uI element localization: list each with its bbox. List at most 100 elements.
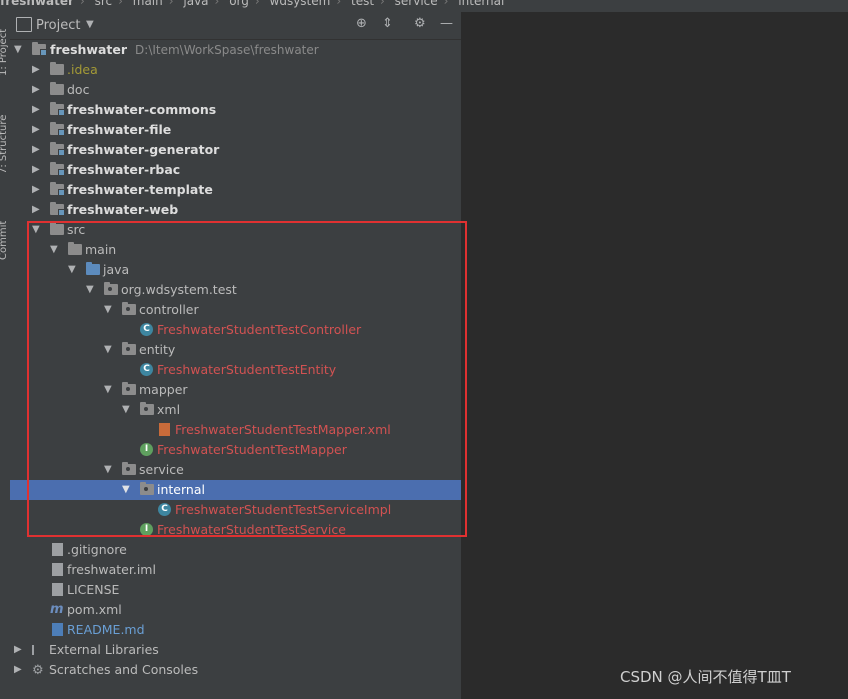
breadcrumb-item[interactable]: main	[133, 0, 163, 8]
tree-node-interface[interactable]: I FreshwaterStudentTestMapper	[10, 440, 461, 460]
package-label: internal	[157, 482, 205, 497]
expanded-arrow-icon[interactable]: ▼	[86, 280, 96, 300]
breadcrumb-item[interactable]: test	[351, 0, 374, 8]
gear-icon[interactable]: ⚙	[414, 16, 426, 31]
tree-node-interface[interactable]: I FreshwaterStudentTestService	[10, 520, 461, 540]
collapsed-arrow-icon[interactable]: ▶	[14, 640, 24, 660]
tree-node-file[interactable]: LICENSE	[10, 580, 461, 600]
minimize-icon[interactable]: —	[440, 16, 453, 31]
breadcrumb-item[interactable]: wdsystem	[270, 0, 331, 8]
tree-node-external-libraries[interactable]: ▶ External Libraries	[10, 640, 461, 660]
breadcrumb-item[interactable]: org	[229, 0, 249, 8]
expanded-arrow-icon[interactable]: ▼	[14, 40, 24, 60]
maven-icon: m	[50, 602, 64, 617]
tree-node-module[interactable]: ▶ doc	[10, 80, 461, 100]
gitignore-file-icon	[52, 543, 63, 556]
package-label: controller	[139, 302, 199, 317]
breadcrumb-item[interactable]: freshwater	[0, 0, 74, 8]
watermark: CSDN @人间不值得T皿T	[620, 668, 791, 686]
collapsed-arrow-icon[interactable]: ▶	[32, 80, 42, 100]
tree-node-main[interactable]: ▼ main	[10, 240, 461, 260]
tree-node-module[interactable]: ▶ freshwater-generator	[10, 140, 461, 160]
breadcrumb-item[interactable]: internal	[458, 0, 504, 8]
collapsed-arrow-icon[interactable]: ▶	[32, 160, 42, 180]
collapsed-arrow-icon[interactable]: ▶	[32, 180, 42, 200]
tree-node-file[interactable]: .gitignore	[10, 540, 461, 560]
folder-icon	[50, 222, 64, 235]
tree-node-scratches[interactable]: ▶ ⚙ Scratches and Consoles	[10, 660, 461, 680]
tree-node-file[interactable]: README.md	[10, 620, 461, 640]
collapsed-arrow-icon[interactable]: ▶	[14, 660, 24, 680]
collapsed-arrow-icon[interactable]: ▶	[32, 140, 42, 160]
module-label: .idea	[67, 62, 98, 77]
folder-icon	[68, 242, 82, 255]
tree-node-module[interactable]: ▶ freshwater-rbac	[10, 160, 461, 180]
file-label: LICENSE	[67, 582, 120, 597]
tree-node-java[interactable]: ▼ java	[10, 260, 461, 280]
tree-node-class[interactable]: C FreshwaterStudentTestServiceImpl	[10, 500, 461, 520]
xml-file-icon	[159, 423, 170, 436]
expanded-arrow-icon[interactable]: ▼	[104, 380, 114, 400]
collapsed-arrow-icon[interactable]: ▶	[32, 120, 42, 140]
tree-node-entity[interactable]: ▼ entity	[10, 340, 461, 360]
class-label: FreshwaterStudentTestServiceImpl	[175, 502, 392, 517]
collapsed-arrow-icon[interactable]: ▶	[32, 60, 42, 80]
expanded-arrow-icon[interactable]: ▼	[68, 260, 78, 280]
tree-node-class[interactable]: C FreshwaterStudentTestController	[10, 320, 461, 340]
class-label: FreshwaterStudentTestEntity	[157, 362, 337, 377]
module-folder-icon	[50, 122, 65, 136]
folder-icon	[50, 82, 64, 95]
panel-title[interactable]: Project	[36, 18, 80, 33]
package-label: entity	[139, 342, 176, 357]
expanded-arrow-icon[interactable]: ▼	[50, 240, 60, 260]
tree-node-module[interactable]: ▶ freshwater-template	[10, 180, 461, 200]
file-label: README.md	[67, 622, 145, 637]
module-label: freshwater-rbac	[67, 162, 181, 177]
collapsed-arrow-icon[interactable]: ▶	[32, 200, 42, 220]
module-folder-icon	[50, 102, 65, 116]
chevron-down-icon[interactable]: ▼	[86, 19, 94, 30]
tree-node-module[interactable]: ▶ freshwater-file	[10, 120, 461, 140]
tree-node-file[interactable]: freshwater.iml	[10, 560, 461, 580]
class-label: FreshwaterStudentTestController	[157, 322, 362, 337]
tree-node-package[interactable]: ▼ org.wdsystem.test	[10, 280, 461, 300]
expanded-arrow-icon[interactable]: ▼	[104, 300, 114, 320]
tree-node-controller[interactable]: ▼ controller	[10, 300, 461, 320]
folder-icon	[50, 62, 64, 75]
package-icon	[140, 482, 154, 495]
class-icon: C	[140, 363, 153, 376]
breadcrumb-item[interactable]: java	[183, 0, 208, 8]
collapsed-arrow-icon[interactable]: ▶	[32, 100, 42, 120]
crosshair-icon[interactable]: ⊕	[356, 16, 367, 31]
expanded-arrow-icon[interactable]: ▼	[104, 340, 114, 360]
expanded-arrow-icon[interactable]: ▼	[122, 480, 132, 500]
project-view-icon	[16, 17, 32, 32]
module-label: freshwater-generator	[67, 142, 220, 157]
package-icon	[122, 382, 136, 395]
iml-file-icon	[52, 563, 63, 576]
tree-node-mapper[interactable]: ▼ mapper	[10, 380, 461, 400]
package-icon	[140, 402, 154, 415]
tree-node-root[interactable]: ▼ freshwater D:\Item\WorkSpase\freshwater	[10, 40, 461, 60]
tree-node-service[interactable]: ▼ service	[10, 460, 461, 480]
collapse-icon[interactable]: ⇕	[382, 16, 393, 31]
expanded-arrow-icon[interactable]: ▼	[104, 460, 114, 480]
tree-node-src[interactable]: ▼ src	[10, 220, 461, 240]
tree-node-internal[interactable]: ▼ internal	[10, 480, 461, 500]
expanded-arrow-icon[interactable]: ▼	[32, 220, 42, 240]
breadcrumb-item[interactable]: service	[395, 0, 438, 8]
tree-node-class[interactable]: C FreshwaterStudentTestEntity	[10, 360, 461, 380]
folder-label: src	[67, 222, 86, 237]
tree-node-file[interactable]: FreshwaterStudentTestMapper.xml	[10, 420, 461, 440]
expanded-arrow-icon[interactable]: ▼	[122, 400, 132, 420]
tree-node-module[interactable]: ▶ .idea	[10, 60, 461, 80]
tree-node-module[interactable]: ▶ freshwater-commons	[10, 100, 461, 120]
library-icon	[32, 645, 48, 655]
tree-node-xml[interactable]: ▼ xml	[10, 400, 461, 420]
class-icon: C	[158, 503, 171, 516]
tree-node-module[interactable]: ▶ freshwater-web	[10, 200, 461, 220]
breadcrumb-item[interactable]: src	[95, 0, 113, 8]
root-name: freshwater	[50, 42, 128, 57]
tree-node-file[interactable]: m pom.xml	[10, 600, 461, 620]
package-icon	[122, 462, 136, 475]
